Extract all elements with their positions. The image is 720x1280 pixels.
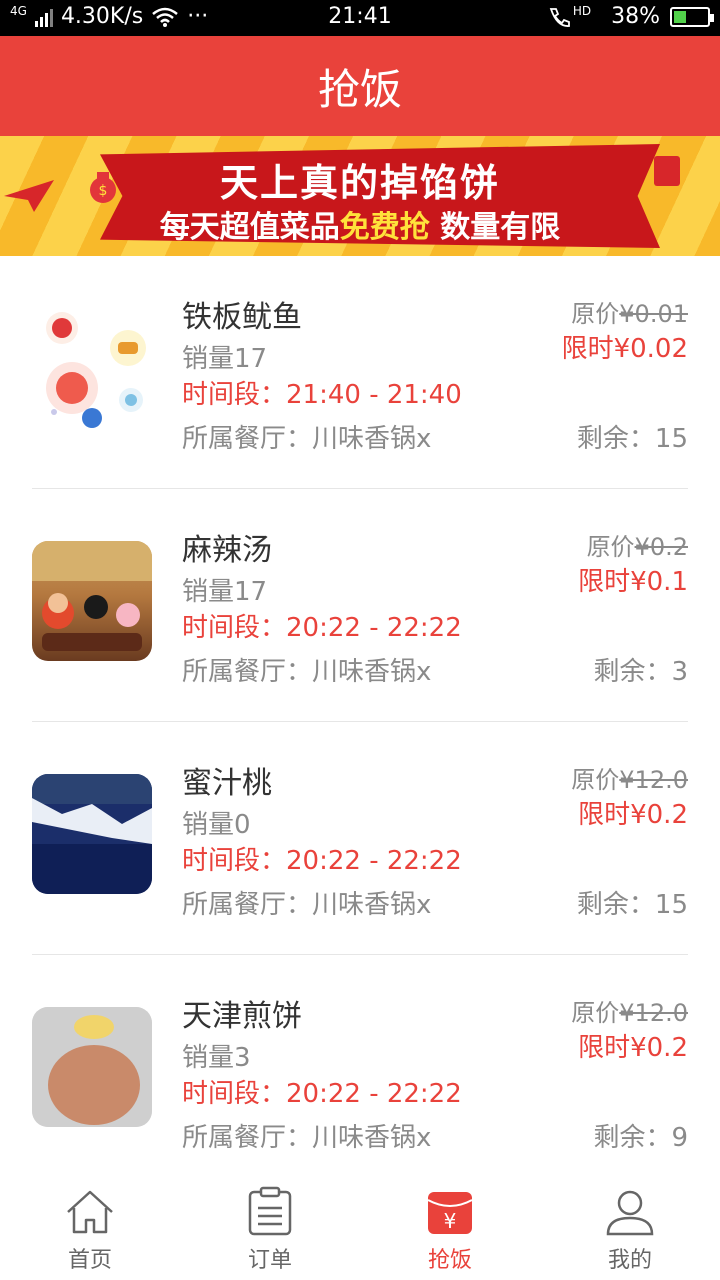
item-time: 时间段：21:40 - 21:40: [182, 380, 462, 410]
tab-profile-label: 我的: [607, 1248, 652, 1273]
item-name: 麻辣汤: [182, 533, 272, 568]
battery-icon: [670, 6, 714, 27]
item-restaurant: 所属餐厅：川味香锅x: [182, 424, 432, 454]
item-time: 时间段：20:22 - 22:22: [182, 1079, 462, 1109]
original-price-value: ¥0.01: [619, 300, 688, 328]
status-right: HD 38%: [547, 3, 714, 29]
item-time: 时间段：20:22 - 22:22: [182, 613, 462, 643]
original-price-label: 原价: [586, 533, 635, 561]
banner-subline-part1: 每天超值菜品: [159, 210, 340, 245]
item-remaining: 剩余：15: [576, 424, 688, 454]
item-restaurant: 所属餐厅：川味香锅x: [182, 1123, 432, 1153]
page-title: 抢饭: [317, 64, 402, 114]
tab-home-label: 首页: [67, 1248, 112, 1273]
original-price-value: ¥12.0: [619, 999, 688, 1027]
item-image: [32, 541, 152, 661]
battery-fill: [674, 10, 687, 23]
list-item[interactable]: 天津煎饼 销量3 时间段：20:22 - 22:22 所属餐厅：川味香锅x 原价…: [32, 955, 688, 1188]
item-image: [32, 1007, 152, 1127]
tab-grab-food-label: 抢饭: [427, 1248, 472, 1273]
item-remaining: 剩余：3: [593, 657, 688, 687]
order-icon: [248, 1186, 292, 1236]
bottom-tab-bar: 首页 订单 ¥ 抢饭 我的: [0, 1170, 720, 1280]
item-name: 蜜汁桃: [182, 766, 272, 801]
home-icon: [67, 1190, 113, 1234]
original-price-label: 原价: [571, 999, 620, 1027]
item-name: 天津煎饼: [182, 999, 302, 1034]
banner-headline: 天上真的掉馅饼: [219, 161, 500, 205]
item-sales: 销量17: [182, 344, 268, 374]
tab-profile[interactable]: 我的: [540, 1170, 720, 1280]
status-bar: 4G 4.30K/s ··· 21:41 HD 38%: [0, 0, 720, 36]
item-restaurant: 所属餐厅：川味香锅x: [182, 657, 432, 687]
battery-percent: 38%: [611, 4, 660, 29]
svg-text:¥: ¥: [444, 1209, 457, 1233]
item-sales: 销量0: [182, 810, 251, 840]
item-original-price: 原价¥12.0: [571, 993, 688, 1028]
item-name: 铁板鱿鱼: [182, 300, 302, 335]
banner-subline: 每天超值菜品免费抢 数量有限: [0, 202, 720, 246]
item-image: [32, 308, 152, 428]
item-limit-price: 限时¥0.02: [561, 334, 688, 364]
jar-image: [32, 1007, 152, 1127]
item-limit-price: 限时¥0.1: [578, 567, 688, 597]
original-price-label: 原价: [571, 766, 620, 794]
item-original-price: 原价¥0.01: [571, 294, 688, 329]
promo-banner[interactable]: $ 天上真的掉馅饼 每天超值菜品免费抢 数量有限: [0, 136, 720, 256]
original-price-label: 原价: [571, 300, 620, 328]
list-item[interactable]: 铁板鱿鱼 销量17 时间段：21:40 - 21:40 所属餐厅：川味香锅x 原…: [32, 256, 688, 489]
item-limit-price: 限时¥0.2: [578, 1033, 688, 1063]
item-remaining: 剩余：9: [593, 1123, 688, 1153]
tab-home[interactable]: 首页: [0, 1170, 180, 1280]
item-restaurant: 所属餐厅：川味香锅x: [182, 890, 432, 920]
grab-food-icon: ¥: [427, 1192, 473, 1234]
banner-subline-highlight: 免费抢: [339, 210, 430, 245]
item-sales: 销量3: [182, 1043, 251, 1073]
snow-mountain-image: [32, 774, 152, 894]
deal-list: 铁板鱿鱼 销量17 时间段：21:40 - 21:40 所属餐厅：川味香锅x 原…: [0, 256, 720, 1188]
page-header: 抢饭: [0, 36, 720, 136]
food-icons-image: [46, 312, 146, 428]
profile-icon: [606, 1190, 654, 1236]
original-price-value: ¥12.0: [619, 766, 688, 794]
tab-orders-label: 订单: [247, 1248, 292, 1273]
item-image: [32, 774, 152, 894]
item-original-price: 原价¥0.2: [587, 527, 688, 562]
original-price-value: ¥0.2: [634, 533, 688, 561]
item-original-price: 原价¥12.0: [571, 760, 688, 795]
phone-hd-icon: [549, 7, 570, 27]
tab-grab-food[interactable]: ¥ 抢饭: [360, 1170, 540, 1280]
item-remaining: 剩余：15: [576, 890, 688, 920]
hd-label: HD: [572, 3, 592, 18]
banner-subline-part2: 数量有限: [429, 210, 561, 245]
item-time: 时间段：20:22 - 22:22: [182, 846, 462, 876]
list-item[interactable]: 蜜汁桃 销量0 时间段：20:22 - 22:22 所属餐厅：川味香锅x 原价¥…: [32, 722, 688, 955]
item-sales: 销量17: [182, 577, 268, 607]
item-limit-price: 限时¥0.2: [578, 800, 688, 830]
tab-orders[interactable]: 订单: [180, 1170, 360, 1280]
list-item[interactable]: 麻辣汤 销量17 时间段：20:22 - 22:22 所属餐厅：川味香锅x 原价…: [32, 489, 688, 722]
cartoon-scene-image: [32, 541, 152, 651]
